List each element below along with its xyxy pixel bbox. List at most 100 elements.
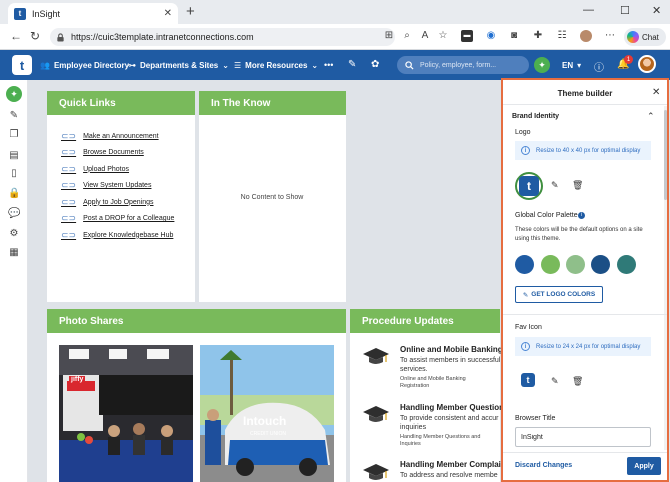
nav-more-resources[interactable]: ☰ More Resources ⌄: [234, 61, 318, 70]
fav-icon-label: Fav Icon: [515, 324, 542, 331]
copy-icon[interactable]: ❐: [8, 129, 20, 141]
edit-fav-icon[interactable]: ✎: [551, 376, 559, 387]
browser-tab[interactable]: t InSight ✕: [8, 3, 178, 24]
quick-link[interactable]: ⊂⊃ Upload Photos: [61, 161, 195, 178]
apps-icon[interactable]: ⊞: [383, 30, 395, 42]
close-icon[interactable]: ✕: [652, 87, 660, 98]
refresh-icon[interactable]: ↻: [30, 29, 40, 43]
link-icon: ⊂⊃: [61, 130, 77, 141]
logo-info-box: i Resize to 40 x 40 px for optimal displ…: [515, 141, 651, 160]
minimize-icon[interactable]: —: [583, 4, 594, 16]
back-icon[interactable]: ←: [10, 29, 22, 43]
zoom-icon[interactable]: ⌕: [401, 30, 413, 42]
search-placeholder: Policy, employee, form...: [420, 61, 497, 69]
tab-close-icon[interactable]: ✕: [164, 8, 172, 19]
palette-swatch-5[interactable]: [617, 255, 636, 274]
quick-link[interactable]: ⊂⊃ Browse Documents: [61, 145, 195, 162]
document-icon[interactable]: ▯: [8, 168, 20, 180]
palette-info-icon[interactable]: i: [578, 212, 585, 219]
chevron-up-icon[interactable]: ⌃: [647, 111, 655, 122]
copilot-icon: [627, 31, 639, 43]
quick-link[interactable]: ⊂⊃ Make an Announcement: [61, 128, 195, 145]
apply-button[interactable]: Apply: [627, 457, 661, 475]
rail-tools-button[interactable]: ✦: [6, 86, 22, 102]
quick-link[interactable]: ⊂⊃ Post a DROP for a Colleague: [61, 211, 195, 228]
palette-swatch-3[interactable]: [566, 255, 585, 274]
panel-title: Theme builder: [557, 89, 613, 98]
delete-fav-icon[interactable]: 🗑: [572, 376, 583, 387]
language-selector[interactable]: EN ▾: [562, 61, 581, 70]
fav-icon-image: t: [521, 373, 535, 387]
site-favicon: t: [14, 7, 26, 20]
panel-footer-divider: [503, 452, 667, 453]
palette-swatch-2[interactable]: [541, 255, 560, 274]
favorite-icon[interactable]: ☆: [437, 30, 449, 42]
outlook-icon[interactable]: ◉: [485, 30, 497, 42]
palette-icon[interactable]: ✿: [371, 59, 379, 70]
form-icon[interactable]: ▦: [8, 247, 20, 259]
quick-link[interactable]: ⊂⊃ View System Updates: [61, 178, 195, 195]
chat-bubble-icon[interactable]: 💬: [8, 208, 20, 220]
panel-scroll-thumb[interactable]: [664, 110, 667, 200]
link-icon: ⊂⊃: [61, 163, 77, 174]
list-icon: ☰: [234, 61, 242, 70]
more-icon[interactable]: ⋯: [604, 30, 616, 42]
info-icon: i: [521, 146, 530, 155]
chat-button[interactable]: Chat: [624, 28, 666, 46]
procedure-item[interactable]: Handling Member Complaints To address an…: [360, 460, 513, 480]
quick-link[interactable]: ⊂⊃ Apply to Job Openings: [61, 194, 195, 211]
palette-description: These colors will be the default options…: [515, 227, 643, 242]
lock-icon[interactable]: 🔒: [8, 188, 20, 200]
quick-link[interactable]: ⊂⊃ Explore Knowledgebase Hub: [61, 227, 195, 244]
palette-swatch-1[interactable]: [515, 255, 534, 274]
more-nav-button[interactable]: •••: [324, 60, 333, 70]
edit-icon[interactable]: ✎: [348, 59, 356, 70]
section-brand-identity[interactable]: Brand Identity: [512, 113, 559, 120]
get-logo-colors-button[interactable]: ✎ GET LOGO COLORS: [515, 286, 603, 303]
app-logo[interactable]: t: [12, 55, 32, 75]
empty-state-text: No Content to Show: [240, 194, 304, 201]
discard-changes-button[interactable]: Discard Changes: [515, 462, 572, 469]
logo-label: Logo: [515, 129, 531, 136]
extension-icon[interactable]: ▬: [461, 30, 473, 42]
info-icon: i: [521, 342, 530, 351]
caret-down-icon: ▾: [577, 61, 582, 70]
nav-employee-directory[interactable]: 👥 Employee Directory: [40, 61, 129, 70]
url-text: https://cuic3template.intranetconnection…: [71, 32, 254, 42]
section-divider: [503, 314, 667, 315]
lock-icon: [57, 32, 64, 42]
maximize-icon[interactable]: ☐: [620, 4, 630, 17]
pencil-icon[interactable]: ✎: [8, 110, 20, 122]
fav-icon-preview: t: [517, 369, 539, 391]
help-icon[interactable]: ⓘ: [594, 59, 604, 74]
pencil-icon: ✎: [522, 291, 529, 299]
global-search-input[interactable]: Policy, employee, form...: [397, 56, 529, 74]
procedure-item[interactable]: Online and Mobile Banking R To assist me…: [360, 345, 511, 390]
nav-departments-sites[interactable]: ⊶ Departments & Sites ⌄: [128, 61, 229, 70]
new-tab-button[interactable]: +: [186, 3, 195, 20]
palette-label: Global Color Palette: [515, 212, 578, 219]
photo-tile-booth[interactable]: [59, 345, 193, 482]
read-aloud-icon[interactable]: A: [419, 30, 431, 42]
link-icon: ⊂⊃: [61, 196, 77, 207]
url-field[interactable]: https://cuic3template.intranetconnection…: [50, 28, 395, 46]
chat-label: Chat: [642, 32, 659, 42]
palette-swatch-4[interactable]: [591, 255, 610, 274]
user-avatar[interactable]: [638, 55, 656, 73]
close-window-icon[interactable]: ✕: [652, 4, 661, 17]
notification-badge: 1: [624, 55, 633, 64]
gear-icon[interactable]: ⚙: [8, 228, 20, 240]
procedure-item[interactable]: Handling Member Questions To provide con…: [360, 403, 508, 448]
admin-tools-button[interactable]: ✦: [534, 57, 550, 73]
camera-icon[interactable]: ◙: [508, 30, 520, 42]
logo-preview: t: [515, 172, 543, 200]
puzzle-icon[interactable]: ✚: [532, 30, 544, 42]
browser-title-input[interactable]: [515, 427, 651, 447]
procedure-updates-card: Procedure Updates: [350, 309, 500, 482]
delete-logo-icon[interactable]: 🗑: [572, 180, 583, 191]
layout-icon[interactable]: ▤: [8, 150, 20, 162]
edit-logo-icon[interactable]: ✎: [551, 180, 559, 191]
panel-divider: [503, 104, 667, 105]
profile-icon[interactable]: [580, 30, 592, 42]
collections-icon[interactable]: ☷: [556, 30, 568, 42]
